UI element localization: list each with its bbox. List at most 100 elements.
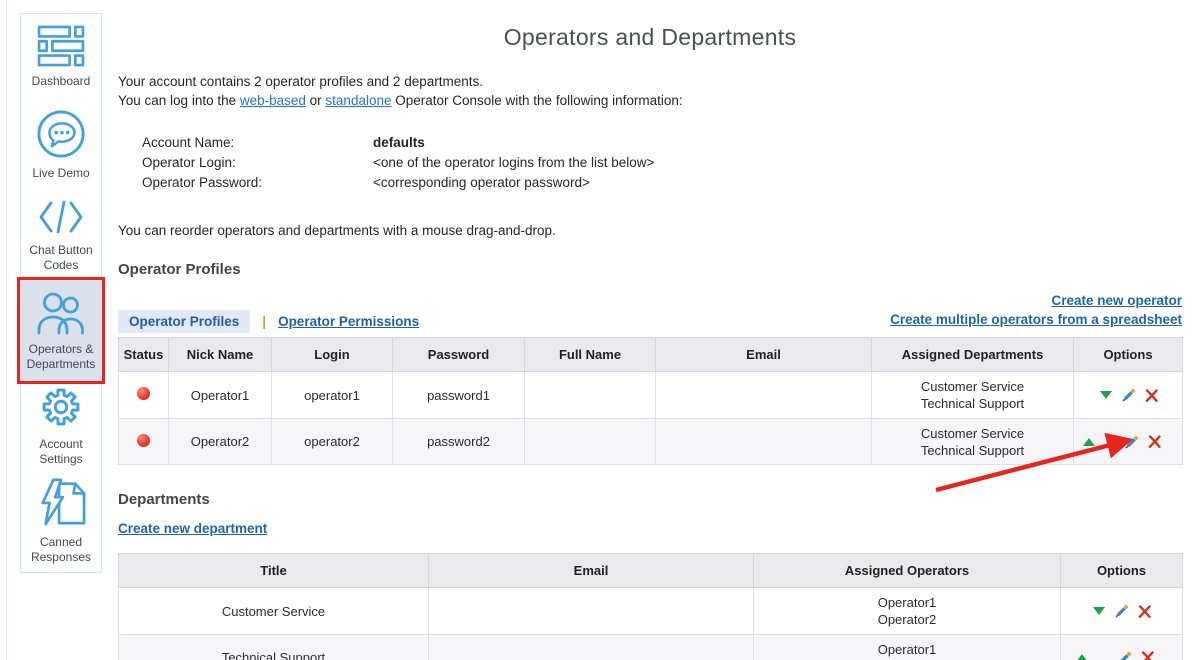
main-content: Operators and Departments Your account c…	[118, 0, 1182, 660]
sidebar-item-dashboard[interactable]: Dashboard	[21, 14, 101, 101]
col-login: Login	[272, 338, 393, 372]
account-name-label: Account Name:	[142, 133, 373, 153]
col-password: Password	[393, 338, 525, 372]
assigned-department: Technical Support	[872, 442, 1073, 459]
intro-line-2: You can log into the web-based or standa…	[118, 92, 1182, 111]
department-row[interactable]: Technical Support Operator1 Operator2	[119, 635, 1183, 660]
operator-profiles-heading: Operator Profiles	[118, 261, 1182, 278]
create-new-department-link[interactable]: Create new department	[118, 521, 267, 536]
sidebar-item-live-demo[interactable]: Live Demo	[21, 101, 101, 191]
assigned-department: Customer Service	[872, 378, 1073, 395]
account-settings-icon	[38, 384, 84, 430]
status-online-icon	[137, 434, 150, 447]
sidebar-item-label: Live Demo	[32, 166, 89, 181]
operators-departments-icon	[37, 291, 85, 335]
move-down-icon[interactable]	[1099, 390, 1113, 400]
create-operator-links: Create new operator Create multiple oper…	[890, 291, 1182, 329]
assigned-operator: Operator1	[754, 641, 1060, 658]
sidebar-nav: Dashboard Live Demo	[20, 13, 102, 573]
assigned-departments-cell: Customer Service Technical Support	[872, 419, 1074, 465]
edit-pencil-icon[interactable]	[1125, 435, 1139, 449]
department-title-cell: Technical Support	[119, 635, 429, 660]
delete-x-icon[interactable]	[1138, 605, 1151, 618]
sidebar-item-canned-responses[interactable]: Canned Responses	[21, 469, 101, 572]
assigned-operators-cell: Operator1 Operator2	[754, 635, 1061, 660]
intro-line-1: Your account contains 2 operator profile…	[118, 73, 1182, 92]
col-email: Email	[429, 554, 754, 588]
departments-section: Departments Create new department Title …	[118, 491, 1182, 660]
nick-name-cell: Operator2	[169, 419, 272, 465]
delete-x-icon[interactable]	[1148, 435, 1161, 448]
operator-row[interactable]: Operator1 operator1 password1 Customer S…	[119, 372, 1183, 419]
web-based-link[interactable]: web-based	[240, 93, 306, 108]
move-up-icon[interactable]	[1082, 437, 1096, 447]
credential-row: Operator Password: <corresponding operat…	[142, 173, 1182, 193]
assigned-operators-cell: Operator1 Operator2	[754, 588, 1061, 635]
gear-icon-path	[44, 391, 78, 425]
sidebar-item-label: Account Settings	[23, 437, 99, 467]
create-multiple-operators-link[interactable]: Create multiple operators from a spreads…	[890, 310, 1182, 329]
sidebar-item-chat-button-codes[interactable]: Chat Button Codes	[21, 190, 101, 280]
intro-text: Your account contains 2 operator profile…	[118, 73, 1182, 110]
col-title: Title	[119, 554, 429, 588]
account-name-value: defaults	[373, 133, 425, 153]
sidebar-item-label: Chat Button Codes	[23, 243, 99, 273]
credential-row: Operator Login: <one of the operator log…	[142, 153, 1182, 173]
department-title-cell: Customer Service	[119, 588, 429, 635]
sidebar-item-account-settings[interactable]: Account Settings	[21, 382, 101, 469]
operator-profiles-table: Status Nick Name Login Password Full Nam…	[118, 337, 1183, 465]
operator-tabs-row: Operator Profiles | Operator Permissions…	[118, 297, 1182, 337]
col-full-name: Full Name	[525, 338, 656, 372]
col-nick-name: Nick Name	[169, 338, 272, 372]
page-title: Operators and Departments	[118, 24, 1182, 51]
department-email-cell	[429, 588, 754, 635]
login-credentials: Account Name: defaults Operator Login: <…	[142, 133, 1182, 193]
sidebar-item-label: Operators & Departments	[23, 342, 99, 372]
department-row[interactable]: Customer Service Operator1 Operator2	[119, 588, 1183, 635]
live-demo-icon	[36, 109, 86, 159]
sidebar-item-label: Dashboard	[32, 74, 91, 89]
create-new-operator-link[interactable]: Create new operator	[890, 291, 1182, 310]
operator-password-label: Operator Password:	[142, 173, 373, 193]
full-name-cell	[525, 419, 656, 465]
move-up-icon[interactable]	[1075, 653, 1089, 660]
panel-edge-divider	[6, 0, 7, 660]
move-down-icon[interactable]	[1092, 606, 1106, 616]
operator-login-label: Operator Login:	[142, 153, 373, 173]
full-name-cell	[525, 372, 656, 419]
departments-table: Title Email Assigned Operators Options C…	[118, 553, 1183, 660]
standalone-link[interactable]: standalone	[325, 93, 391, 108]
reorder-note: You can reorder operators and department…	[118, 223, 1182, 238]
col-status: Status	[119, 338, 169, 372]
assigned-operator: Operator2	[754, 611, 1060, 628]
operator-table-header-row: Status Nick Name Login Password Full Nam…	[119, 338, 1183, 372]
sidebar-item-operators-departments[interactable]: Operators & Departments	[21, 280, 101, 383]
col-options: Options	[1074, 338, 1183, 372]
edit-pencil-icon[interactable]	[1118, 651, 1132, 660]
assigned-department: Technical Support	[872, 395, 1073, 412]
tab-separator: |	[262, 314, 266, 329]
tab-operator-profiles[interactable]: Operator Profiles	[118, 310, 250, 333]
edit-pencil-icon[interactable]	[1122, 388, 1136, 402]
delete-x-icon[interactable]	[1145, 389, 1158, 402]
password-cell: password2	[393, 419, 525, 465]
credential-row: Account Name: defaults	[142, 133, 1182, 153]
dashboard-icon	[37, 25, 85, 67]
intro-line-2-prefix: You can log into the	[118, 93, 240, 108]
login-cell: operator1	[272, 372, 393, 419]
canned-responses-icon	[36, 476, 86, 528]
password-cell: password1	[393, 372, 525, 419]
status-online-icon	[137, 387, 150, 400]
intro-or-text: or	[306, 93, 326, 108]
delete-x-icon[interactable]	[1141, 651, 1154, 660]
operators-departments-page: Dashboard Live Demo	[0, 0, 1200, 660]
assigned-departments-cell: Customer Service Technical Support	[872, 372, 1074, 419]
assigned-operator: Operator1	[754, 594, 1060, 611]
assigned-department: Customer Service	[872, 425, 1073, 442]
operator-row[interactable]: Operator2 operator2 password2 Customer S…	[119, 419, 1183, 465]
tab-operator-permissions[interactable]: Operator Permissions	[278, 314, 419, 329]
department-email-cell	[429, 635, 754, 660]
edit-pencil-icon[interactable]	[1115, 604, 1129, 618]
departments-heading: Departments	[118, 491, 1182, 508]
col-email: Email	[656, 338, 872, 372]
